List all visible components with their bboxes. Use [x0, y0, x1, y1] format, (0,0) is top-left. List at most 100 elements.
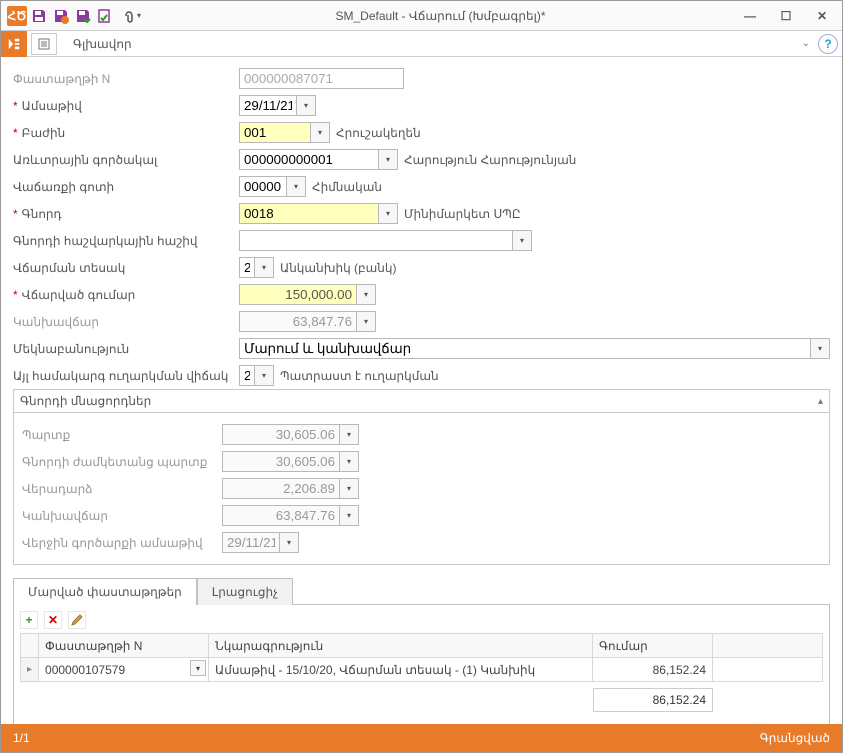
buyer-label: Գնորդ [13, 207, 239, 221]
comment-input[interactable] [239, 338, 811, 359]
tab-paid-docs[interactable]: Մարված փաստաթղթեր [13, 578, 197, 605]
adv-input [222, 505, 340, 526]
agent-dd-icon[interactable]: ▾ [379, 149, 398, 170]
edit-row-button[interactable] [68, 611, 86, 629]
adv-label: Կանխավճար [22, 509, 222, 523]
app-icon[interactable]: ՀԾ [7, 6, 27, 26]
salepoint-label: Վաճառքի գոտի [13, 180, 239, 194]
adv-dd-icon: ▾ [340, 505, 359, 526]
buyer-acct-label: Գնորդի հաշվարկային հաշիվ [13, 234, 239, 248]
salepoint-dd-icon[interactable]: ▾ [287, 176, 306, 197]
section-input[interactable] [239, 122, 311, 143]
delete-row-button[interactable]: ✕ [44, 611, 62, 629]
minimize-button[interactable]: — [736, 6, 764, 26]
paytype-input[interactable] [239, 257, 255, 278]
return-dd-icon: ▾ [340, 478, 359, 499]
help-icon[interactable]: ? [818, 34, 838, 54]
return-label: Վերադարձ [22, 482, 222, 496]
buyer-acct-input[interactable] [239, 230, 513, 251]
debt-dd-icon: ▾ [340, 424, 359, 445]
cell-doc-dd-icon[interactable]: ▾ [190, 660, 206, 676]
date-label: Ամսաթիվ [13, 99, 239, 113]
statusbar: 1/1 Գրանցված [1, 724, 842, 752]
debt-label: Պարտք [22, 428, 222, 442]
overdue-dd-icon: ▾ [340, 451, 359, 472]
debt-section-title: Գնորդի մնացորդներ [20, 394, 151, 408]
otherroute-label: Այլ համակարգ ուղարկման վիճակ [13, 369, 239, 383]
doc-no-label: Փաստաթղթի N [13, 72, 239, 86]
return-input [222, 478, 340, 499]
paytype-label: Վճարման տեսակ [13, 261, 239, 275]
cell-doc[interactable]: 000000107579 ▾ [39, 658, 209, 682]
tab-body: + ✕ Փաստաթղթի N Նկարագրություն Գումար [13, 604, 830, 724]
debt-section-header[interactable]: Գնորդի մնացորդներ ▴ [13, 389, 830, 412]
section-label: Բաժին [13, 126, 239, 140]
col-doc[interactable]: Փաստաթղթի N [39, 634, 209, 658]
advance-input [239, 311, 357, 332]
status-position: 1/1 [13, 731, 30, 745]
grid-table: Փաստաթղթի N Նկարագրություն Գումար ▸ 0000… [20, 633, 823, 682]
agent-desc: Հարություն Հարությունյան [404, 153, 576, 167]
col-amt[interactable]: Գումար [593, 634, 713, 658]
row-marker[interactable]: ▸ [21, 658, 39, 682]
salepoint-desc: Հիմնական [312, 180, 382, 194]
buyer-acct-dd-icon[interactable]: ▾ [513, 230, 532, 251]
attach-icon[interactable]: ▾ [117, 6, 145, 26]
menu-main[interactable]: Գլխավոր [57, 37, 148, 51]
tab-additional[interactable]: Լրացուցիչ [197, 578, 293, 605]
lastop-input [222, 532, 280, 553]
date-input[interactable] [239, 95, 297, 116]
advance-dd-icon: ▾ [357, 311, 376, 332]
total-amount: 86,152.24 [593, 688, 713, 712]
col-desc[interactable]: Նկարագրություն [209, 634, 593, 658]
cell-empty [713, 658, 823, 682]
comment-dd-icon[interactable]: ▾ [811, 338, 830, 359]
menu-list-icon[interactable] [31, 33, 57, 55]
menu-home-icon[interactable] [1, 31, 27, 57]
buyer-input[interactable] [239, 203, 379, 224]
agent-input[interactable] [239, 149, 379, 170]
otherroute-desc: Պատրաստ է ուղարկման [280, 369, 439, 383]
debt-section-body: Պարտք ▾ Գնորդի ժամկետանց պարտք ▾ Վերադար… [13, 412, 830, 565]
cell-amt[interactable]: 86,152.24 [593, 658, 713, 682]
cell-desc[interactable]: Ամսաթիվ - 15/10/20, Վճարման տեսակ - (1) … [209, 658, 593, 682]
buyer-dd-icon[interactable]: ▾ [379, 203, 398, 224]
save-close-icon[interactable] [73, 6, 93, 26]
paid-label: Վճարված գումար [13, 288, 239, 302]
lastop-label: Վերջին գործարքի ամսաթիվ [22, 536, 222, 550]
salepoint-input[interactable] [239, 176, 287, 197]
status-state: Գրանցված [760, 731, 830, 745]
doc-no-input [239, 68, 404, 89]
agent-label: Առևտրային գործակալ [13, 153, 239, 167]
debt-input [222, 424, 340, 445]
date-picker-icon[interactable]: ▾ [297, 95, 316, 116]
maximize-button[interactable]: ☐ [772, 6, 800, 26]
col-empty [713, 634, 823, 658]
save-icon[interactable] [29, 6, 49, 26]
section-dd-icon[interactable]: ▾ [311, 122, 330, 143]
paid-dd-icon[interactable]: ▾ [357, 284, 376, 305]
collapse-icon[interactable]: ▴ [818, 396, 823, 407]
menu-more-icon[interactable]: ⌄ [802, 38, 810, 49]
paytype-dd-icon[interactable]: ▾ [255, 257, 274, 278]
close-button[interactable]: ✕ [808, 6, 836, 26]
otherroute-input[interactable] [239, 365, 255, 386]
validate-icon[interactable] [95, 6, 115, 26]
save-new-icon[interactable] [51, 6, 71, 26]
paid-input[interactable] [239, 284, 357, 305]
overdue-input [222, 451, 340, 472]
otherroute-dd-icon[interactable]: ▾ [255, 365, 274, 386]
paytype-desc: Անկանխիկ (բանկ) [280, 261, 397, 275]
window-title: SM_Default - Վճարում (Խմբագրել)* [145, 9, 736, 23]
overdue-label: Գնորդի ժամկետանց պարտք [22, 455, 222, 469]
section-desc: Հրուշակեղեն [336, 126, 421, 140]
lastop-dd-icon: ▾ [280, 532, 299, 553]
titlebar: ՀԾ ▾ SM_Default - Վճարում (Խմբագրել)* — … [1, 1, 842, 31]
comment-label: Մեկնաբանություն [13, 342, 239, 356]
add-row-button[interactable]: + [20, 611, 38, 629]
row-selector-header [21, 634, 39, 658]
table-row[interactable]: ▸ 000000107579 ▾ Ամսաթիվ - 15/10/20, Վճա… [21, 658, 823, 682]
buyer-desc: Մինիմարկետ ՍՊԸ [404, 207, 521, 221]
advance-label: Կանխավճար [13, 315, 239, 329]
menubar: Գլխավոր ⌄ ? [1, 31, 842, 57]
